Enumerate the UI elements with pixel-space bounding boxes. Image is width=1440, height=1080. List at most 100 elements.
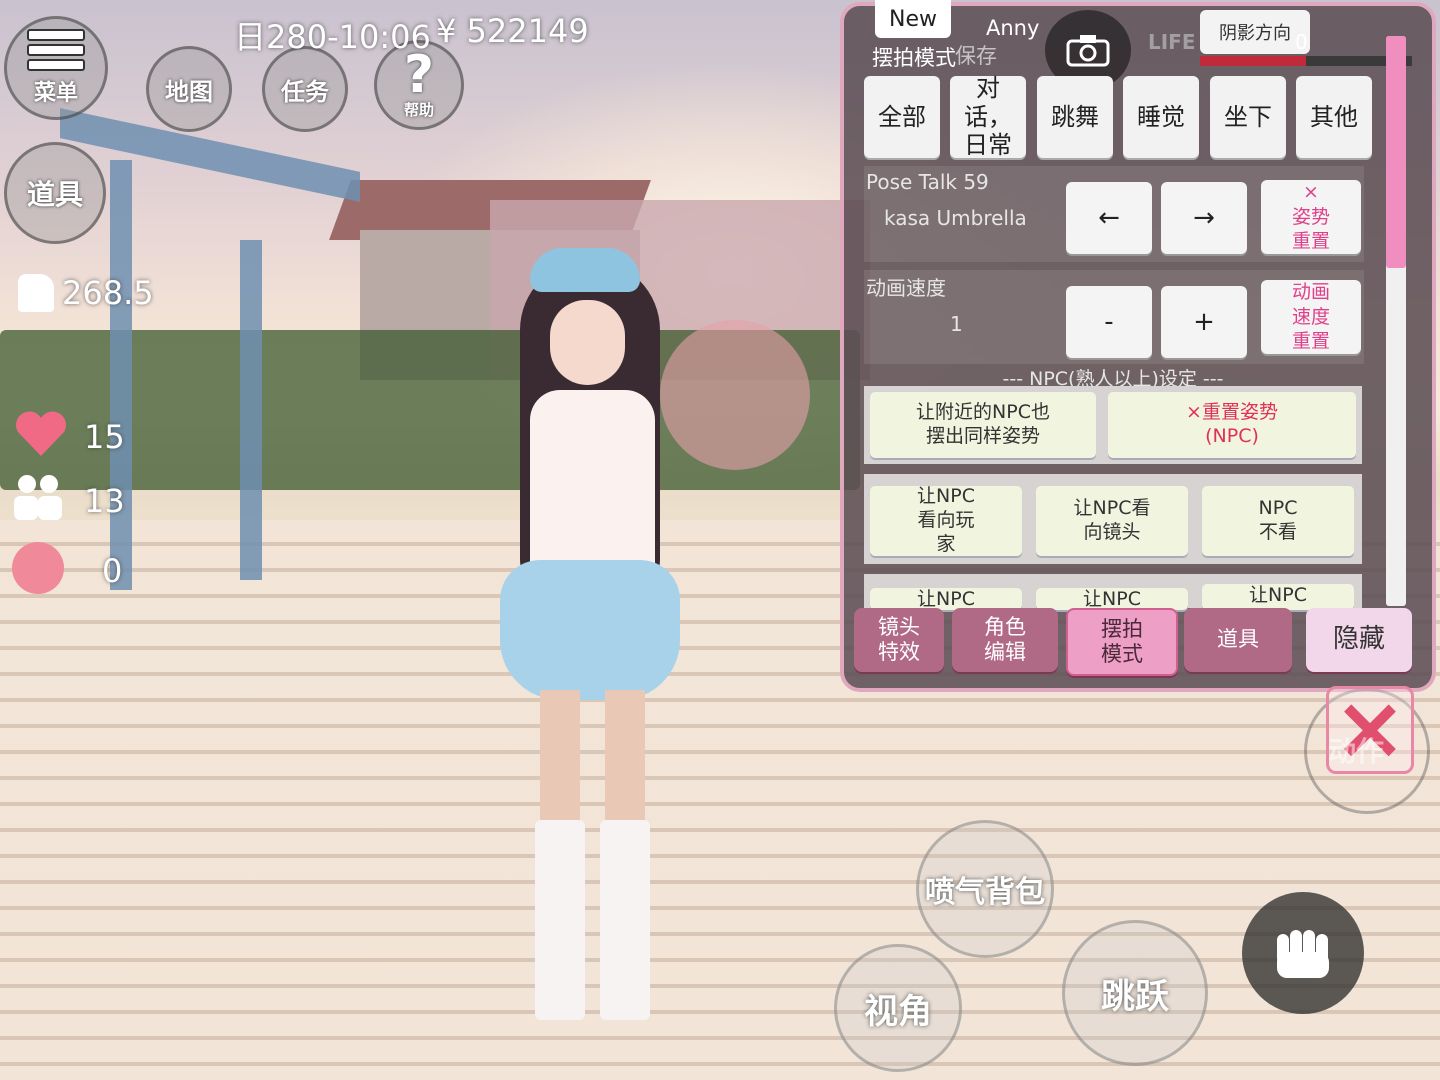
category-sit-button[interactable]: 坐下 xyxy=(1210,76,1286,158)
category-label: 睡觉 xyxy=(1137,102,1185,131)
character-sock xyxy=(600,820,650,1020)
npc-section-header: --- NPC(熟人以上)设定 --- xyxy=(1002,368,1224,390)
category-dance-button[interactable]: 跳舞 xyxy=(1037,76,1113,158)
shadow-direction-label: 阴影方向 xyxy=(1200,10,1310,54)
anger-count: 0 xyxy=(102,552,123,590)
jump-button[interactable]: 跳跃 xyxy=(1062,920,1208,1066)
items-label: 道具 xyxy=(26,178,83,211)
category-other-button[interactable]: 其他 xyxy=(1296,76,1372,158)
life-logo: LIFE xyxy=(1148,30,1196,54)
character-beret xyxy=(530,248,640,292)
npc-partial-label: 让NPC xyxy=(1083,588,1141,610)
category-all-button[interactable]: 全部 xyxy=(864,76,940,158)
punch-button[interactable] xyxy=(1242,892,1364,1014)
task-button[interactable]: 任务 xyxy=(262,46,348,132)
npc-look-player-label: 让NPC看向玩家 xyxy=(917,485,975,555)
close-small-icon: × xyxy=(1303,180,1319,203)
next-pose-button[interactable]: → xyxy=(1161,182,1247,254)
save-button[interactable]: 保存 xyxy=(955,40,997,70)
help-label: 帮助 xyxy=(403,100,434,119)
category-label: 对话，日常 xyxy=(964,73,1012,160)
npc-no-look-label: NPC不看 xyxy=(1258,497,1298,543)
swing-post xyxy=(240,240,262,580)
stamina-icon xyxy=(18,274,54,312)
tab-label: 道具 xyxy=(1217,627,1259,652)
npc-partial-button[interactable]: 让NPC xyxy=(870,588,1022,610)
plus-icon: + xyxy=(1193,307,1215,337)
category-label: 跳舞 xyxy=(1051,102,1099,131)
action-label: 动作 xyxy=(1328,735,1385,768)
stamina-value: 268.5 xyxy=(62,274,154,312)
shadow-direction-slider-fill xyxy=(1200,56,1306,66)
panel-title: 摆拍模式 xyxy=(872,46,956,70)
character-skirt xyxy=(500,560,680,700)
prev-pose-button[interactable]: ← xyxy=(1066,182,1152,254)
npc-same-pose-label: 让附近的NPC也摆出同样姿势 xyxy=(916,401,1050,447)
npc-look-camera-button[interactable]: 让NPC看向镜头 xyxy=(1036,486,1188,556)
tab-pose-mode[interactable]: 摆拍模式 xyxy=(1066,608,1178,676)
camera-icon xyxy=(1066,35,1110,67)
map-button[interactable]: 地图 xyxy=(146,46,232,132)
panel-scrollbar-thumb[interactable] xyxy=(1386,36,1406,268)
arrow-left-icon: ← xyxy=(1098,203,1120,233)
npc-partial-button[interactable]: 让NPC xyxy=(1202,584,1354,610)
shadow-direction-value: 0 xyxy=(1295,30,1308,54)
npc-partial-button[interactable]: 让NPC xyxy=(1036,588,1188,610)
fist-icon xyxy=(1277,930,1329,978)
character-face xyxy=(550,300,625,385)
tab-label: 摆拍模式 xyxy=(1101,616,1143,666)
npc-look-camera-label: 让NPC看向镜头 xyxy=(1073,497,1151,543)
npc-look-player-button[interactable]: 让NPC看向玩家 xyxy=(870,485,1022,556)
category-label: 全部 xyxy=(878,102,926,131)
minus-icon: - xyxy=(1104,307,1114,337)
friends-icon xyxy=(12,474,64,520)
npc-reset-pose-label: ×重置姿势(NPC) xyxy=(1186,401,1278,447)
items-button[interactable]: 道具 xyxy=(4,142,106,244)
speed-plus-button[interactable]: + xyxy=(1161,286,1247,358)
new-tab[interactable]: New xyxy=(875,0,951,38)
angry-face-icon xyxy=(12,542,64,594)
date-time: 日280-10:06 xyxy=(234,18,431,56)
pose-name: kasa Umbrella xyxy=(884,206,1027,230)
hide-panel-button[interactable]: 隐藏 xyxy=(1306,608,1412,672)
tab-camera-effects[interactable]: 镜头特效 xyxy=(854,608,944,672)
npc-same-pose-button[interactable]: 让附近的NPC也摆出同样姿势 xyxy=(870,392,1096,458)
speed-reset-button[interactable]: 动画速度重置 xyxy=(1261,280,1361,354)
swing-post xyxy=(110,160,132,590)
hamburger-icon xyxy=(27,29,85,71)
view-button[interactable]: 视角 xyxy=(834,944,962,1072)
npc-no-look-button[interactable]: NPC不看 xyxy=(1202,486,1354,556)
character-sock xyxy=(535,820,585,1020)
pose-id: Pose Talk 59 xyxy=(866,170,989,194)
category-label: 坐下 xyxy=(1224,102,1272,131)
category-talk-button[interactable]: 对话，日常 xyxy=(950,73,1026,160)
npc-partial-label: 让NPC xyxy=(917,588,975,610)
speed-minus-button[interactable]: - xyxy=(1066,286,1152,358)
speed-label: 动画速度 xyxy=(866,276,946,300)
menu-label: 菜单 xyxy=(33,81,78,106)
player-character xyxy=(480,240,700,1040)
pose-reset-label: 姿势重置 xyxy=(1291,205,1330,253)
view-label: 视角 xyxy=(864,991,932,1032)
jetpack-button[interactable]: 喷气背包 xyxy=(916,820,1054,958)
friends-count: 13 xyxy=(84,482,125,520)
menu-button[interactable]: 菜单 xyxy=(4,16,108,120)
tab-character-edit[interactable]: 角色编辑 xyxy=(952,608,1058,672)
speed-value: 1 xyxy=(950,312,963,336)
category-sleep-button[interactable]: 睡觉 xyxy=(1123,76,1199,158)
tab-label: 角色编辑 xyxy=(984,614,1026,664)
category-label: 其他 xyxy=(1310,102,1358,131)
npc-partial-label: 让NPC xyxy=(1249,584,1307,606)
tab-label: 隐藏 xyxy=(1332,624,1385,655)
tab-items[interactable]: 道具 xyxy=(1184,608,1292,672)
tab-label: 镜头特效 xyxy=(878,614,920,664)
arrow-right-icon: → xyxy=(1193,203,1215,233)
speed-reset-label: 动画速度重置 xyxy=(1291,280,1330,353)
npc-reset-pose-button[interactable]: ×重置姿势(NPC) xyxy=(1108,392,1356,458)
heart-icon xyxy=(14,410,68,458)
map-label: 地图 xyxy=(165,77,213,106)
heart-count: 15 xyxy=(84,418,125,456)
jump-label: 跳跃 xyxy=(1101,976,1169,1017)
pose-reset-button[interactable]: × 姿势重置 xyxy=(1261,180,1361,254)
player-name: Anny xyxy=(986,16,1040,40)
